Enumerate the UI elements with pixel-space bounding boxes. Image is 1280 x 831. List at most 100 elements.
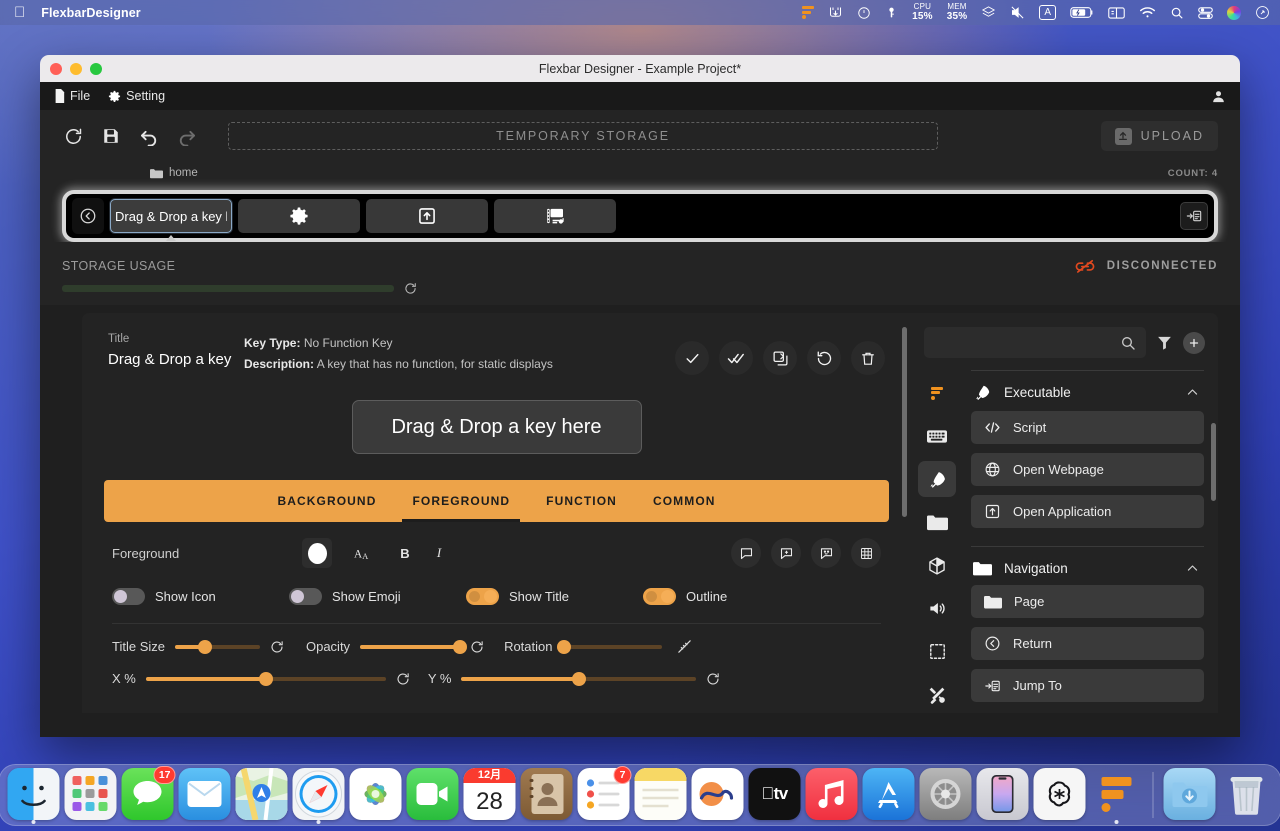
item-open-webpage[interactable]: Open Webpage <box>971 453 1204 486</box>
apply-all-button[interactable] <box>719 341 753 375</box>
rail-tools[interactable] <box>918 677 956 713</box>
menu-setting[interactable]: Setting <box>108 89 165 103</box>
tab-function[interactable]: FUNCTION <box>528 480 635 522</box>
key-preview[interactable]: Drag & Drop a key here <box>351 400 642 454</box>
section-navigation[interactable]: Navigation <box>971 561 1204 576</box>
upload-button[interactable]: UPLOAD <box>1100 121 1218 151</box>
opacity-reset-icon[interactable] <box>470 640 484 654</box>
user-account-icon[interactable] <box>1211 89 1226 104</box>
wifi-icon[interactable] <box>1139 4 1156 22</box>
dock-iphone-mirroring[interactable] <box>976 768 1029 820</box>
dock-maps[interactable] <box>235 768 288 820</box>
stats-menu-icon[interactable] <box>828 4 843 22</box>
bold-button[interactable]: B <box>388 546 422 561</box>
key-open-application[interactable] <box>366 199 488 233</box>
battery-icon[interactable] <box>1070 4 1094 22</box>
storage-refresh-icon[interactable] <box>404 282 417 295</box>
editor-title-value[interactable]: Drag & Drop a key <box>108 351 238 368</box>
reset-button[interactable] <box>807 341 841 375</box>
dock-downloads[interactable] <box>1163 768 1216 820</box>
dock-settings[interactable] <box>919 768 972 820</box>
title-size-reset-icon[interactable] <box>270 640 284 654</box>
show-icon-toggle[interactable]: Show Icon <box>112 588 289 605</box>
add-action-button[interactable] <box>1183 331 1205 354</box>
dock-music[interactable] <box>805 768 858 820</box>
rail-plugins[interactable] <box>918 548 956 584</box>
rail-executable[interactable] <box>918 461 956 498</box>
item-page[interactable]: Page <box>971 585 1204 618</box>
dock-finder[interactable] <box>7 768 60 824</box>
show-title-switch[interactable] <box>466 588 499 605</box>
dock-chatgpt[interactable] <box>1033 768 1086 820</box>
tab-common[interactable]: COMMON <box>635 480 734 522</box>
delete-button[interactable] <box>851 341 885 375</box>
list-panel-icon[interactable] <box>1180 202 1208 230</box>
italic-button[interactable]: I <box>422 545 456 561</box>
show-title-toggle[interactable]: Show Title <box>466 588 643 605</box>
text-shape-icon[interactable] <box>731 538 761 568</box>
dock-flexbar[interactable] <box>1091 768 1143 824</box>
dock-photos[interactable] <box>349 768 402 820</box>
apple-logo-icon[interactable]:  <box>14 5 25 20</box>
opacity-slider[interactable]: Opacity <box>306 639 484 654</box>
mute-icon[interactable] <box>1010 4 1025 22</box>
key-media-script[interactable] <box>494 199 616 233</box>
dock-messages[interactable]: 17 <box>121 766 176 820</box>
y-percent-slider[interactable]: Y % <box>428 671 721 686</box>
foreground-color-swatch[interactable] <box>302 538 332 568</box>
menu-file[interactable]: File <box>54 89 90 103</box>
mem-stat[interactable]: MEM 35% <box>947 3 968 22</box>
add-layer-icon[interactable] <box>771 538 801 568</box>
grid-icon[interactable] <box>851 538 881 568</box>
refresh-icon[interactable] <box>62 125 84 147</box>
editor-scrollbar[interactable] <box>902 327 907 517</box>
dock-reminders[interactable]: 7 <box>577 766 632 820</box>
show-icon-switch[interactable] <box>112 588 145 605</box>
section-executable[interactable]: Executable <box>971 383 1204 402</box>
item-script[interactable]: Script <box>971 411 1204 444</box>
notification-center-icon[interactable] <box>1255 4 1270 22</box>
filter-icon[interactable] <box>1156 334 1173 351</box>
dock-facetime[interactable] <box>406 768 459 820</box>
dock-mail[interactable] <box>178 768 231 820</box>
y-percent-reset-icon[interactable] <box>706 672 720 686</box>
dock-appstore[interactable] <box>862 768 915 820</box>
spotlight-search-icon[interactable] <box>1170 4 1184 22</box>
siri-icon[interactable] <box>1227 4 1241 22</box>
rail-selection[interactable] <box>918 634 956 670</box>
emoji-icon[interactable] <box>811 538 841 568</box>
redo-icon[interactable] <box>176 125 198 147</box>
item-jump-to[interactable]: Jump To <box>971 669 1204 702</box>
x-percent-slider[interactable]: X % <box>112 671 410 686</box>
display-icon[interactable] <box>1108 4 1125 22</box>
undo-icon[interactable] <box>138 125 160 147</box>
clock-dial-icon[interactable] <box>857 4 871 22</box>
control-center-icon[interactable] <box>1198 4 1213 22</box>
dock-notes[interactable] <box>634 768 687 820</box>
key-drag-drop[interactable]: Drag & Drop a key here <box>110 199 232 233</box>
ruler-icon[interactable] <box>676 638 693 655</box>
dock-freeform[interactable] <box>691 768 744 820</box>
rotation-slider[interactable]: Rotation <box>504 638 693 655</box>
rail-audio[interactable] <box>918 591 956 627</box>
item-return[interactable]: Return <box>971 627 1204 660</box>
dock-safari[interactable] <box>292 768 345 824</box>
item-open-application[interactable]: Open Application <box>971 495 1204 528</box>
cpu-stat[interactable]: CPU 15% <box>912 3 933 22</box>
chevron-up-icon[interactable] <box>1185 561 1200 576</box>
outline-switch[interactable] <box>643 588 676 605</box>
dock-appletv[interactable]: tv <box>748 768 801 820</box>
show-emoji-switch[interactable] <box>289 588 322 605</box>
dock-calendar[interactable]: 12月 28 <box>463 768 516 820</box>
device-back-button[interactable] <box>72 198 104 234</box>
show-emoji-toggle[interactable]: Show Emoji <box>289 588 466 605</box>
title-size-slider[interactable]: Title Size <box>112 639 284 654</box>
rail-navigation[interactable] <box>918 504 956 540</box>
dock-launchpad[interactable] <box>64 768 117 820</box>
outline-toggle[interactable]: Outline <box>643 588 820 605</box>
flexbar-menu-icon[interactable] <box>802 4 815 22</box>
key-settings[interactable] <box>238 199 360 233</box>
dock-contacts[interactable] <box>520 768 573 820</box>
search-input[interactable] <box>924 327 1146 358</box>
layers-icon[interactable] <box>981 4 996 22</box>
